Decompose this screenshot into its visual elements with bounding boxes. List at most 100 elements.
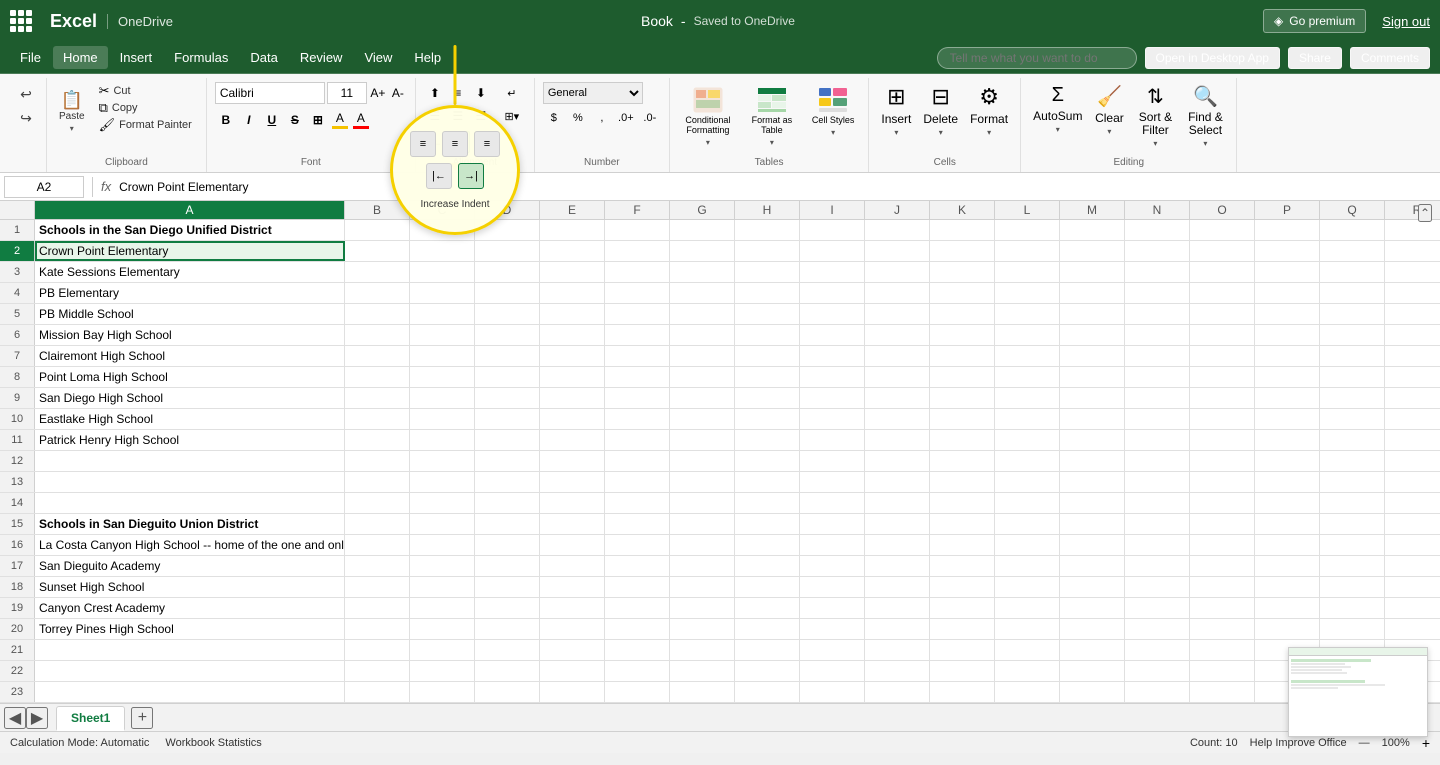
list-item[interactable] [1385, 619, 1440, 639]
list-item[interactable] [1190, 262, 1255, 282]
border-button[interactable]: ⊞ [307, 109, 329, 131]
list-item[interactable] [865, 493, 930, 513]
list-item[interactable] [800, 346, 865, 366]
list-item[interactable] [540, 430, 605, 450]
help-improve-label[interactable]: Help Improve Office [1250, 737, 1347, 749]
list-item[interactable]: Schools in the San Diego Unified Distric… [35, 220, 345, 240]
list-item[interactable] [1060, 598, 1125, 618]
list-item[interactable] [1320, 325, 1385, 345]
col-header-a[interactable]: A [35, 201, 345, 219]
list-item[interactable] [540, 493, 605, 513]
list-item[interactable] [540, 367, 605, 387]
list-item[interactable] [800, 661, 865, 681]
list-item[interactable] [1190, 241, 1255, 261]
list-item[interactable] [1385, 535, 1440, 555]
list-item[interactable] [475, 241, 540, 261]
list-item[interactable] [475, 556, 540, 576]
list-item[interactable] [800, 493, 865, 513]
list-item[interactable] [930, 661, 995, 681]
list-item[interactable] [735, 661, 800, 681]
list-item[interactable] [345, 535, 410, 555]
list-item[interactable] [1060, 388, 1125, 408]
list-item[interactable] [1385, 388, 1440, 408]
row-header-1[interactable]: 1 [0, 220, 35, 240]
list-item[interactable] [410, 283, 475, 303]
list-item[interactable] [410, 472, 475, 492]
list-item[interactable] [670, 472, 735, 492]
list-item[interactable] [1190, 493, 1255, 513]
list-item[interactable] [930, 304, 995, 324]
clear-button[interactable]: 🧹 Clear ▾ [1090, 82, 1128, 138]
menu-home[interactable]: Home [53, 46, 108, 69]
list-item[interactable] [1320, 409, 1385, 429]
list-item[interactable] [1385, 367, 1440, 387]
list-item[interactable] [1060, 514, 1125, 534]
list-item[interactable] [735, 640, 800, 660]
list-item[interactable] [1060, 220, 1125, 240]
cut-button[interactable]: ✂ Cut [93, 82, 198, 99]
col-header-e[interactable]: E [540, 201, 605, 219]
list-item[interactable] [670, 682, 735, 702]
currency-button[interactable]: $ [543, 107, 565, 129]
comma-button[interactable]: , [591, 107, 613, 129]
col-header-f[interactable]: F [605, 201, 670, 219]
list-item[interactable] [995, 388, 1060, 408]
row-header-3[interactable]: 3 [0, 262, 35, 282]
list-item[interactable] [865, 241, 930, 261]
list-item[interactable] [1125, 472, 1190, 492]
list-item[interactable] [800, 325, 865, 345]
prev-sheet-button[interactable]: ◀ [4, 707, 26, 729]
list-item[interactable] [1125, 514, 1190, 534]
strikethrough-button[interactable]: S [284, 109, 306, 131]
list-item[interactable] [540, 682, 605, 702]
workbook-stats-label[interactable]: Workbook Statistics [165, 737, 261, 749]
list-item[interactable] [1125, 262, 1190, 282]
list-item[interactable] [1320, 619, 1385, 639]
list-item[interactable] [995, 451, 1060, 471]
list-item[interactable] [865, 388, 930, 408]
list-item[interactable] [670, 640, 735, 660]
share-button[interactable]: Share [1288, 47, 1342, 69]
list-item[interactable] [475, 577, 540, 597]
list-item[interactable] [540, 556, 605, 576]
list-item[interactable] [865, 367, 930, 387]
list-item[interactable] [995, 283, 1060, 303]
list-item[interactable] [1320, 493, 1385, 513]
list-item[interactable] [1385, 598, 1440, 618]
list-item[interactable] [1190, 451, 1255, 471]
list-item[interactable] [345, 241, 410, 261]
list-item[interactable] [800, 556, 865, 576]
list-item[interactable] [1190, 367, 1255, 387]
list-item[interactable] [1255, 514, 1320, 534]
list-item[interactable] [995, 556, 1060, 576]
list-item[interactable] [735, 367, 800, 387]
header-corner[interactable] [0, 201, 35, 219]
list-item[interactable] [1320, 514, 1385, 534]
format-painter-button[interactable]: 🖌 Format Painter [93, 116, 198, 133]
list-item[interactable] [345, 598, 410, 618]
list-item[interactable] [930, 556, 995, 576]
list-item[interactable] [995, 514, 1060, 534]
right-align-button[interactable]: ☰ [470, 105, 492, 127]
list-item[interactable] [1190, 325, 1255, 345]
cell-reference-box[interactable] [4, 176, 84, 198]
list-item[interactable] [1060, 682, 1125, 702]
list-item[interactable] [995, 409, 1060, 429]
list-item[interactable] [475, 493, 540, 513]
list-item[interactable] [670, 493, 735, 513]
list-item[interactable] [1125, 493, 1190, 513]
list-item[interactable] [1060, 556, 1125, 576]
list-item[interactable] [670, 451, 735, 471]
list-item[interactable] [735, 304, 800, 324]
list-item[interactable] [1385, 472, 1440, 492]
list-item[interactable] [345, 577, 410, 597]
list-item[interactable] [35, 493, 345, 513]
list-item[interactable] [930, 262, 995, 282]
list-item[interactable] [475, 661, 540, 681]
list-item[interactable] [930, 367, 995, 387]
list-item[interactable] [1190, 409, 1255, 429]
list-item[interactable] [1125, 577, 1190, 597]
list-item[interactable] [540, 220, 605, 240]
font-size-input[interactable] [327, 82, 367, 104]
list-item[interactable] [410, 367, 475, 387]
